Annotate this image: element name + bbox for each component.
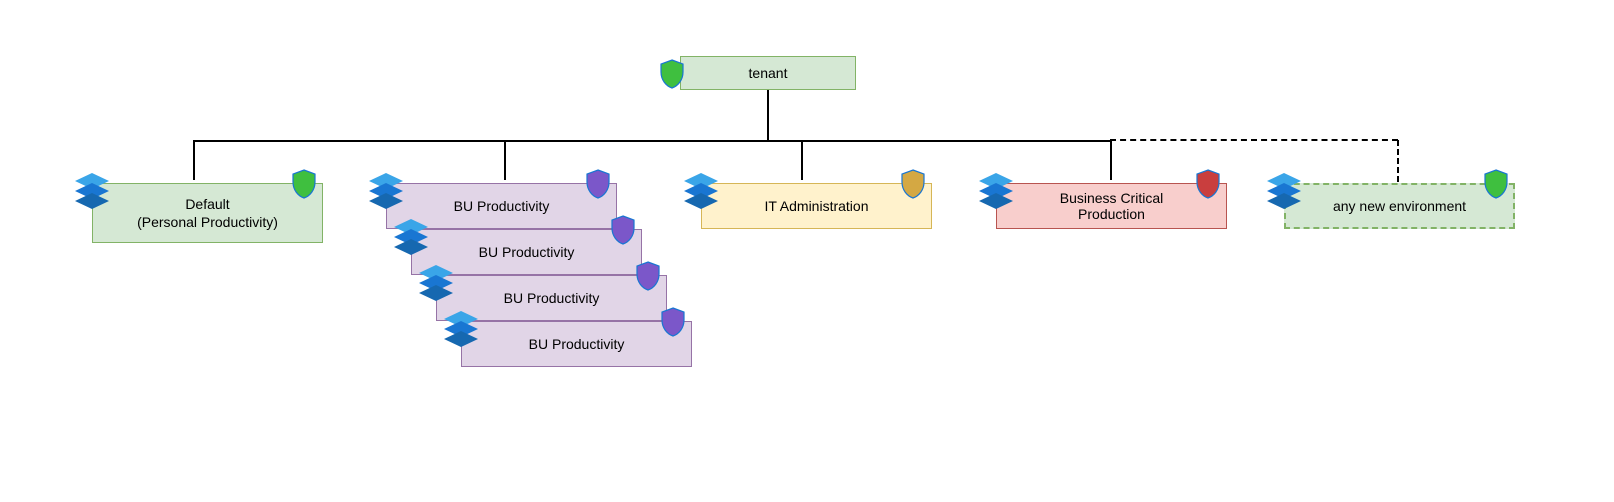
shield-icon	[1194, 168, 1222, 200]
connector-line	[1110, 140, 1112, 180]
default-env-label-1: Default	[185, 195, 229, 213]
bu-productivity-node: BU Productivity	[461, 321, 692, 367]
shield-icon	[609, 214, 637, 246]
layers-icon	[441, 308, 481, 348]
it-admin-node: IT Administration	[701, 183, 932, 229]
shield-icon	[290, 168, 318, 200]
layers-icon	[416, 262, 456, 302]
shield-icon	[584, 168, 612, 200]
connector-line	[193, 140, 1112, 142]
shield-icon	[1482, 168, 1510, 200]
bu-productivity-label: BU Productivity	[529, 335, 625, 353]
tenant-label: tenant	[749, 64, 788, 82]
bu-productivity-label: BU Productivity	[504, 289, 600, 307]
business-critical-label-2: Production	[1078, 206, 1145, 222]
connector-line-dashed	[1397, 140, 1399, 182]
shield-icon	[634, 260, 662, 292]
default-env-node: Default (Personal Productivity)	[92, 183, 323, 243]
connector-line	[767, 90, 769, 140]
layers-icon	[366, 170, 406, 210]
shield-icon	[658, 58, 686, 90]
connector-line-dashed	[1110, 139, 1398, 141]
layers-icon	[72, 170, 112, 210]
bu-productivity-label: BU Productivity	[479, 243, 575, 261]
connector-line	[801, 140, 803, 180]
tenant-node: tenant	[680, 56, 856, 90]
layers-icon	[1264, 170, 1304, 210]
it-admin-label: IT Administration	[764, 197, 868, 215]
connector-line	[193, 140, 195, 180]
layers-icon	[681, 170, 721, 210]
layers-icon	[976, 170, 1016, 210]
default-env-label-2: (Personal Productivity)	[137, 213, 278, 231]
new-env-label: any new environment	[1333, 197, 1466, 215]
bu-productivity-label: BU Productivity	[454, 197, 550, 215]
layers-icon	[391, 216, 431, 256]
business-critical-label-1: Business Critical	[1060, 190, 1163, 206]
connector-line	[504, 140, 506, 180]
business-critical-node: Business Critical Production	[996, 183, 1227, 229]
shield-icon	[899, 168, 927, 200]
new-env-node: any new environment	[1284, 183, 1515, 229]
shield-icon	[659, 306, 687, 338]
